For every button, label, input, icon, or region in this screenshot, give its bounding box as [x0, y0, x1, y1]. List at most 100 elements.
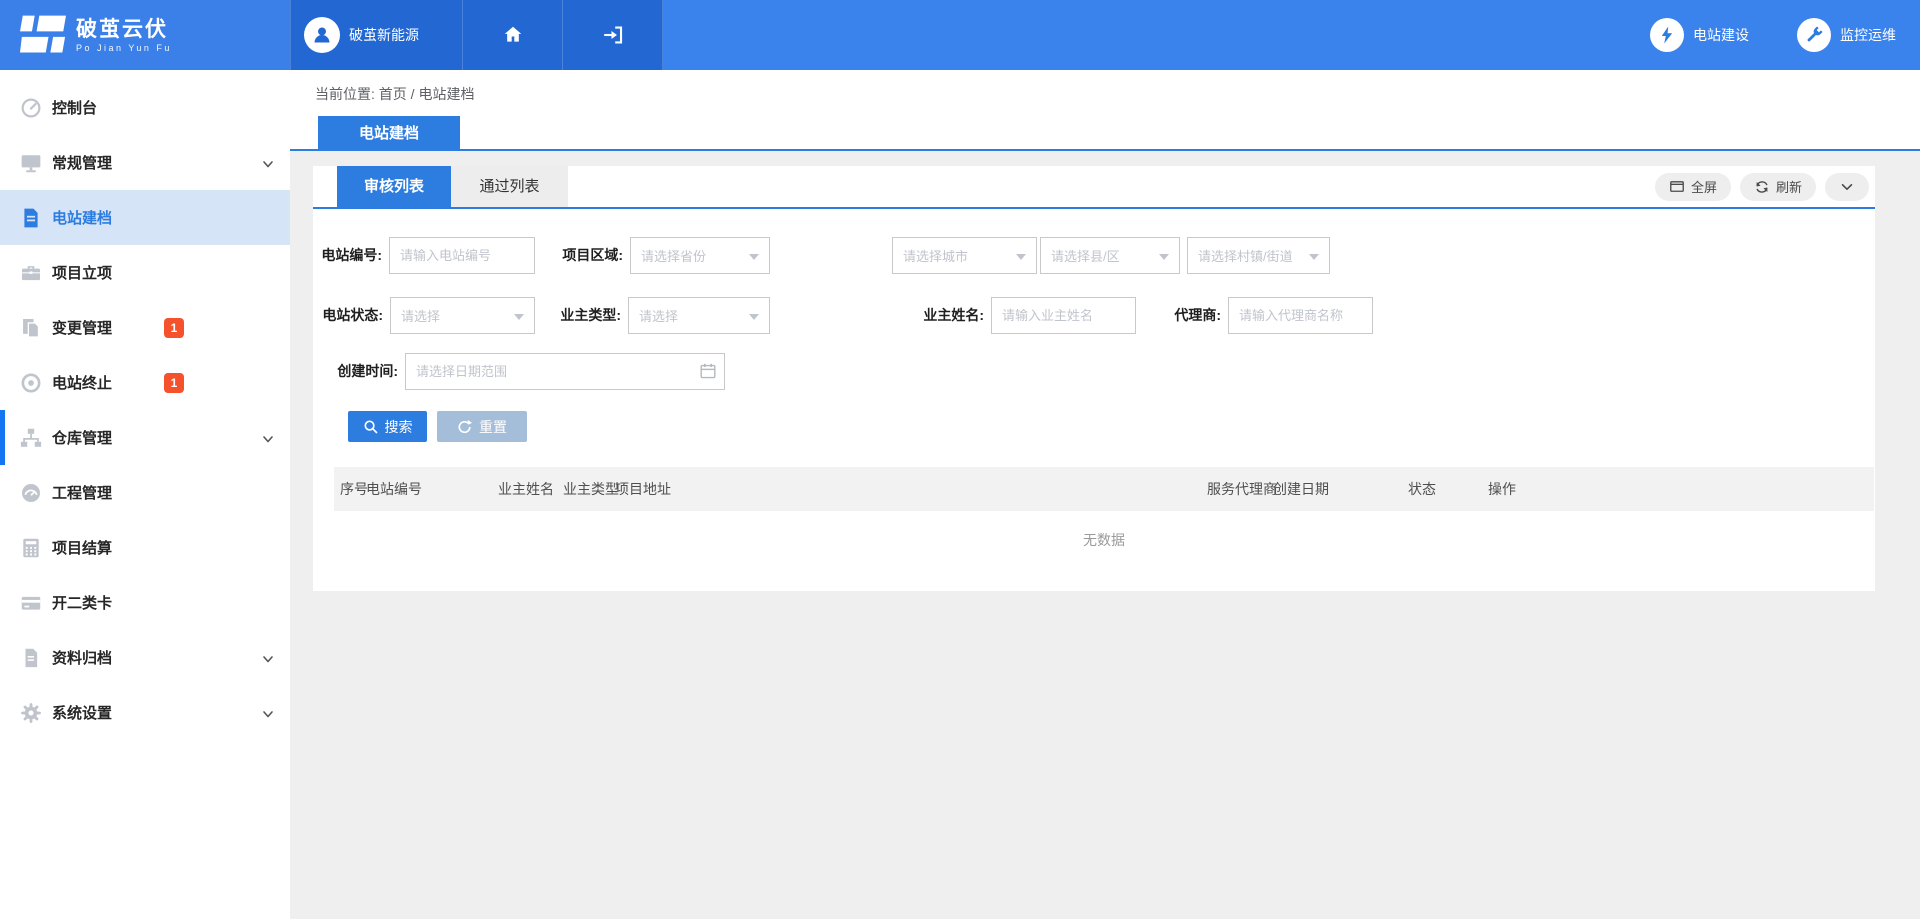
- chevron-down-icon: [262, 157, 274, 169]
- reset-refresh-icon: [457, 419, 473, 435]
- region-label: 项目区域:: [562, 237, 623, 274]
- county-select[interactable]: 请选择县/区: [1040, 237, 1180, 274]
- archive-document-icon: [20, 647, 42, 669]
- station-no-input[interactable]: [389, 237, 535, 274]
- sidebar-item-station-termination[interactable]: 电站终止 1: [0, 355, 290, 410]
- chevron-down-icon: [262, 707, 274, 719]
- region-village-field: 请选择村镇/街道: [1187, 237, 1330, 274]
- home-button[interactable]: [463, 0, 563, 70]
- notification-badge: 1: [164, 318, 184, 338]
- main-area: 当前位置: 首页 / 电站建档 电站建档 审核列表 通过列表 全屏: [290, 70, 1920, 919]
- notification-badge: 1: [164, 373, 184, 393]
- company-name: 破茧新能源: [349, 25, 419, 45]
- chevron-down-icon: [1839, 179, 1855, 195]
- sidebar: 控制台 常规管理 电站建档 项目立项: [0, 70, 290, 919]
- table-header: 序号 电站编号 业主姓名 业主类型 项目地址 服务代理商 创建日期 状态 操作: [334, 467, 1874, 511]
- search-button[interactable]: 搜索: [348, 411, 427, 442]
- col-created-date: 创建日期: [1273, 467, 1329, 511]
- station-status-label: 电站状态:: [322, 297, 383, 334]
- sidebar-item-engineering-management[interactable]: 工程管理: [0, 465, 290, 520]
- col-index: 序号: [340, 467, 368, 511]
- sitemap-icon: [20, 427, 42, 449]
- page-tab-station-filing[interactable]: 电站建档: [318, 116, 460, 149]
- breadcrumb-separator: /: [411, 86, 415, 102]
- owner-name-label: 业主姓名:: [923, 297, 984, 334]
- collapse-toolbar-button[interactable]: [1825, 173, 1869, 201]
- station-status-select[interactable]: 请选择: [390, 297, 535, 334]
- sidebar-item-data-archiving[interactable]: 资料归档: [0, 630, 290, 685]
- created-time-label: 创建时间:: [337, 353, 398, 390]
- station-status-field: 电站状态: 请选择: [390, 297, 535, 334]
- fullscreen-button[interactable]: 全屏: [1655, 173, 1731, 201]
- sidebar-item-project-settlement[interactable]: 项目结算: [0, 520, 290, 575]
- owner-type-field: 业主类型: 请选择: [628, 297, 770, 334]
- module-monitoring[interactable]: 监控运维: [1797, 18, 1896, 52]
- col-address: 项目地址: [615, 467, 671, 511]
- city-select[interactable]: 请选择城市: [892, 237, 1037, 274]
- owner-type-select[interactable]: 请选择: [628, 297, 770, 334]
- sidebar-item-project-initiation[interactable]: 项目立项: [0, 245, 290, 300]
- created-time-field: 创建时间:: [405, 353, 725, 390]
- col-agent: 服务代理商: [1207, 467, 1277, 511]
- refresh-icon: [1754, 179, 1770, 195]
- col-actions: 操作: [1488, 467, 1516, 511]
- owner-type-label: 业主类型:: [560, 297, 621, 334]
- brand-logo-icon: [20, 15, 66, 55]
- chevron-down-icon: [262, 432, 274, 444]
- brand-title: 破茧云伏: [76, 18, 172, 41]
- logout-button[interactable]: [563, 0, 663, 70]
- agent-label: 代理商:: [1174, 297, 1221, 334]
- col-station-no: 电站编号: [366, 467, 422, 511]
- refresh-button[interactable]: 刷新: [1740, 173, 1816, 201]
- col-status: 状态: [1408, 467, 1436, 511]
- reset-button[interactable]: 重置: [437, 411, 527, 442]
- date-range-input[interactable]: [405, 353, 725, 390]
- sidebar-item-general-management[interactable]: 常规管理: [0, 135, 290, 190]
- fullscreen-icon: [1669, 179, 1685, 195]
- station-no-field: 电站编号:: [389, 237, 535, 274]
- copy-pages-icon: [20, 317, 42, 339]
- brand-logo[interactable]: 破茧云伏 Po Jian Yun Fu: [0, 0, 290, 70]
- sidebar-item-console[interactable]: 控制台: [0, 80, 290, 135]
- agent-input[interactable]: [1228, 297, 1373, 334]
- module-station-construction[interactable]: 电站建设: [1650, 18, 1749, 52]
- monitor-icon: [20, 152, 42, 174]
- village-select[interactable]: 请选择村镇/街道: [1187, 237, 1330, 274]
- region-city-field: 请选择城市: [892, 237, 1037, 274]
- sidebar-item-change-management[interactable]: 变更管理 1: [0, 300, 290, 355]
- app-window: 破茧云伏 Po Jian Yun Fu 破茧新能源: [0, 0, 1920, 919]
- breadcrumb-label: 当前位置:: [315, 86, 375, 102]
- chevron-down-icon: [262, 652, 274, 664]
- empty-state: 无数据: [334, 518, 1874, 562]
- wrench-icon: [1797, 18, 1831, 52]
- region-province-field: 项目区域: 请选择省份: [630, 237, 770, 274]
- brand-subtitle: Po Jian Yun Fu: [76, 43, 172, 53]
- region-county-field: 请选择县/区: [1040, 237, 1180, 274]
- owner-name-input[interactable]: [991, 297, 1136, 334]
- tab-review-list[interactable]: 审核列表: [337, 166, 451, 207]
- bank-card-icon: [20, 592, 42, 614]
- briefcase-icon: [20, 262, 42, 284]
- sidebar-item-station-filing[interactable]: 电站建档: [0, 190, 290, 245]
- sidebar-item-system-settings[interactable]: 系统设置: [0, 685, 290, 740]
- document-icon: [20, 207, 42, 229]
- record-circle-icon: [20, 372, 42, 394]
- lightning-icon: [1650, 18, 1684, 52]
- gear-icon: [20, 702, 42, 724]
- user-menu[interactable]: 破茧新能源: [290, 0, 463, 70]
- calculator-icon: [20, 537, 42, 559]
- avatar-icon: [304, 17, 340, 53]
- sidebar-item-open-type2-card[interactable]: 开二类卡: [0, 575, 290, 630]
- col-owner-type: 业主类型: [563, 467, 619, 511]
- station-filing-panel: 审核列表 通过列表 全屏 刷新: [313, 166, 1875, 591]
- tab-passed-list[interactable]: 通过列表: [451, 166, 568, 207]
- sidebar-item-warehouse-management[interactable]: 仓库管理: [0, 410, 290, 465]
- breadcrumb-current: 电站建档: [418, 86, 474, 102]
- province-select[interactable]: 请选择省份: [630, 237, 770, 274]
- agent-field: 代理商:: [1228, 297, 1373, 334]
- station-no-label: 电站编号:: [321, 237, 382, 274]
- owner-name-field: 业主姓名:: [991, 297, 1136, 334]
- search-icon: [363, 419, 379, 435]
- col-owner-name: 业主姓名: [498, 467, 554, 511]
- breadcrumb-home[interactable]: 首页: [379, 86, 407, 102]
